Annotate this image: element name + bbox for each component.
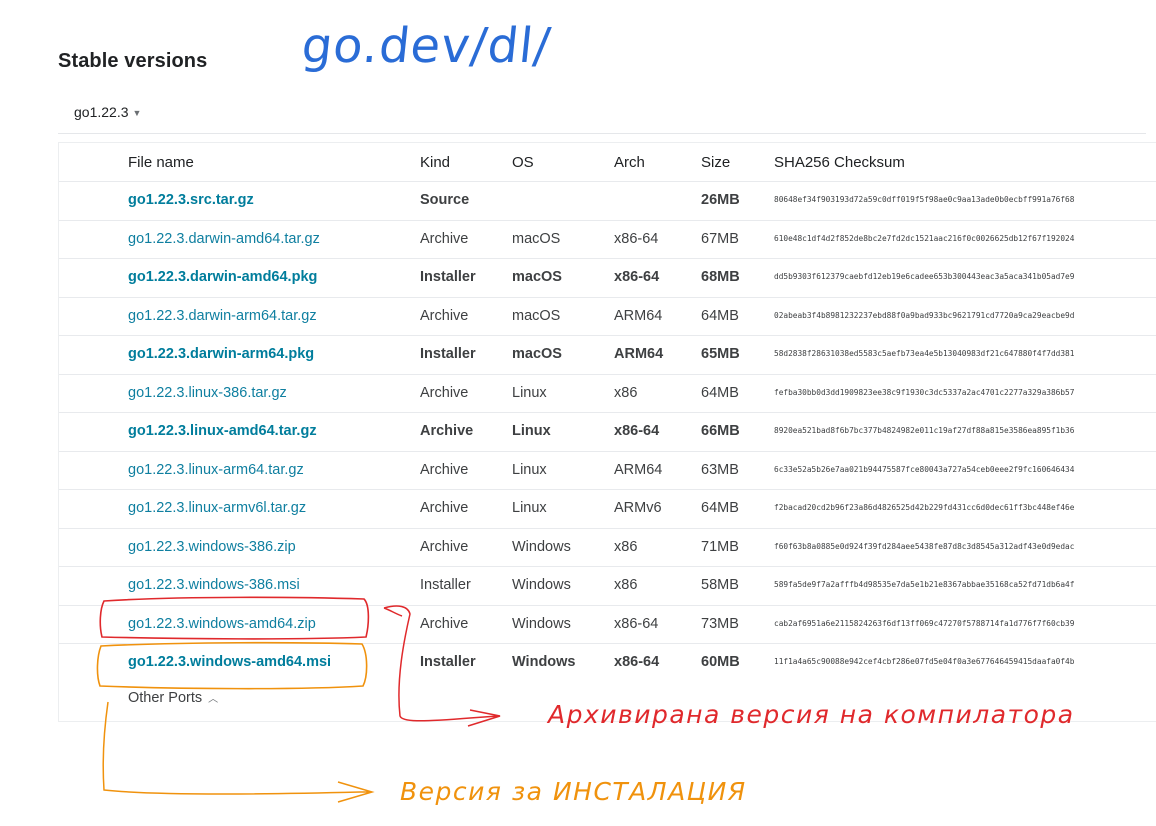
archive-version-note: Архивирана версия на компилатора	[548, 700, 1075, 729]
red-arrow	[383, 605, 501, 727]
red-highlight-box	[99, 596, 370, 640]
installer-version-note: Версия за ИНСТАЛАЦИЯ	[400, 777, 747, 806]
orange-arrow	[102, 701, 375, 803]
orange-highlight-box	[96, 641, 368, 690]
